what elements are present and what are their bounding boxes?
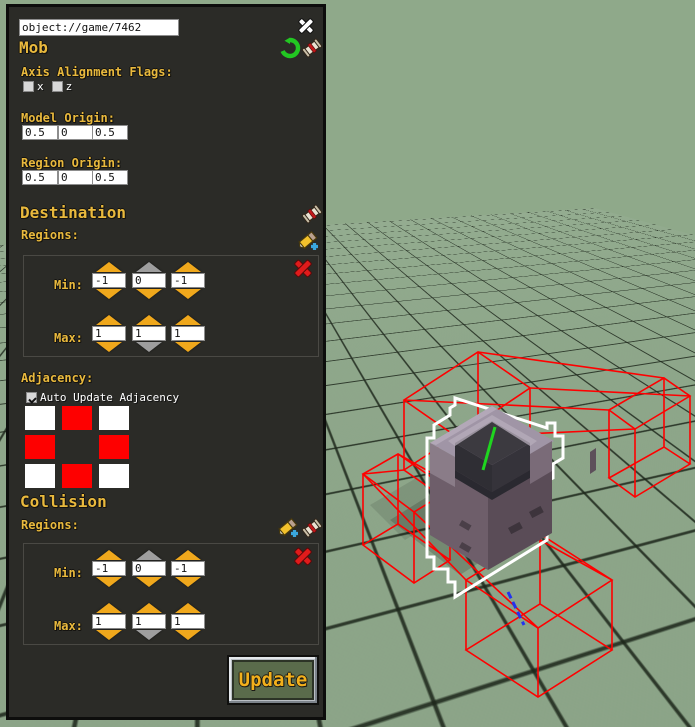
destination-max-x-down-arrow[interactable] <box>96 342 122 352</box>
model-origin-z-input[interactable] <box>92 125 128 140</box>
destination-max-z-input[interactable] <box>171 326 205 341</box>
add-collision-region-icon[interactable] <box>277 516 301 538</box>
adjacency-cell-0-2[interactable] <box>99 406 129 430</box>
collision-min-y-spinner[interactable] <box>132 550 166 587</box>
destination-heading: Destination <box>20 203 126 222</box>
destination-max-x-input[interactable] <box>92 326 126 341</box>
destination-max-label: Max: <box>54 331 83 345</box>
axis-flag-x-checkbox[interactable] <box>23 81 34 92</box>
model-origin-label: Model Origin: <box>21 111 115 125</box>
close-icon[interactable] <box>297 17 315 35</box>
page-title: Mob <box>19 38 48 57</box>
collision-min-x-spinner[interactable] <box>92 550 126 587</box>
collision-min-y-input[interactable] <box>132 561 166 576</box>
update-button-face: Update <box>232 660 314 700</box>
collision-max-y-up-arrow[interactable] <box>136 603 162 613</box>
scroll-icon[interactable] <box>301 37 323 59</box>
adjacency-cell-0-1[interactable] <box>62 406 92 430</box>
adjacency-cell-2-0[interactable] <box>25 464 55 488</box>
destination-min-y-spinner[interactable] <box>132 262 166 299</box>
collision-max-x-spinner[interactable] <box>92 603 126 640</box>
destination-min-y-down-arrow[interactable] <box>136 289 162 299</box>
collision-min-x-input[interactable] <box>92 561 126 576</box>
collision-min-label: Min: <box>54 566 83 580</box>
axis-flags-label: Axis Alignment Flags: <box>21 65 173 79</box>
collision-min-x-down-arrow[interactable] <box>96 577 122 587</box>
destination-min-y-input[interactable] <box>132 273 166 288</box>
axis-flag-z-checkbox[interactable] <box>51 81 63 92</box>
destination-min-y-up-arrow[interactable] <box>136 262 162 272</box>
region-origin-z-input[interactable] <box>92 170 128 185</box>
collision-max-z-spinner[interactable] <box>171 603 205 640</box>
destination-max-y-input[interactable] <box>132 326 166 341</box>
collision-min-z-input[interactable] <box>171 561 205 576</box>
collision-max-y-down-arrow[interactable] <box>136 630 162 640</box>
collision-min-z-up-arrow[interactable] <box>175 550 201 560</box>
region-origin-label: Region Origin: <box>21 156 123 170</box>
adjacency-cell-2-2[interactable] <box>99 464 129 488</box>
collision-max-label: Max: <box>54 619 83 633</box>
destination-max-z-down-arrow[interactable] <box>175 342 201 352</box>
region-origin-y-input[interactable] <box>58 170 94 185</box>
model-origin-y-input[interactable] <box>58 125 94 140</box>
destination-max-z-spinner[interactable] <box>171 315 205 352</box>
destination-min-x-down-arrow[interactable] <box>96 289 122 299</box>
collision-min-z-spinner[interactable] <box>171 550 205 587</box>
destination-regions-label: Regions: <box>21 228 79 242</box>
destination-max-y-spinner[interactable] <box>132 315 166 352</box>
collision-max-z-up-arrow[interactable] <box>175 603 201 613</box>
object-url-input[interactable] <box>19 19 179 36</box>
object-properties-panel[interactable]: Mob Axis Alignment Flags: x z Model Orig… <box>6 4 326 720</box>
destination-region-group: Min: Max: <box>23 255 319 357</box>
collision-heading: Collision <box>20 492 107 511</box>
destination-min-x-up-arrow[interactable] <box>96 262 122 272</box>
delete-collision-region-button[interactable] <box>294 548 312 566</box>
collision-script-icon[interactable] <box>301 517 323 539</box>
destination-min-x-input[interactable] <box>92 273 126 288</box>
collision-max-z-down-arrow[interactable] <box>175 630 201 640</box>
adjacency-cell-1-0[interactable] <box>25 435 55 459</box>
collision-max-x-down-arrow[interactable] <box>96 630 122 640</box>
model-origin-x-input[interactable] <box>22 125 58 140</box>
adjacency-cell-1-1[interactable] <box>62 435 92 459</box>
destination-min-z-input[interactable] <box>171 273 205 288</box>
region-origin-x-input[interactable] <box>22 170 58 185</box>
adjacency-cell-2-1[interactable] <box>62 464 92 488</box>
destination-min-z-down-arrow[interactable] <box>175 289 201 299</box>
destination-max-y-up-arrow[interactable] <box>136 315 162 325</box>
update-button-label: Update <box>238 669 308 691</box>
collision-min-z-down-arrow[interactable] <box>175 577 201 587</box>
destination-max-z-up-arrow[interactable] <box>175 315 201 325</box>
delete-destination-region-button[interactable] <box>294 260 312 278</box>
destination-min-z-up-arrow[interactable] <box>175 262 201 272</box>
destination-min-x-spinner[interactable] <box>92 262 126 299</box>
adjacency-grid[interactable] <box>25 406 129 488</box>
revert-icon[interactable] <box>279 37 301 59</box>
axis-flag-x-label: x <box>37 80 44 93</box>
collision-max-x-input[interactable] <box>92 614 126 629</box>
destination-script-icon[interactable] <box>301 203 323 225</box>
auto-update-adjacency-checkbox[interactable] <box>26 392 37 403</box>
destination-max-x-up-arrow[interactable] <box>96 315 122 325</box>
collision-region-group: Min: Max: <box>23 543 319 645</box>
collision-max-x-up-arrow[interactable] <box>96 603 122 613</box>
collision-max-z-input[interactable] <box>171 614 205 629</box>
add-destination-region-icon[interactable] <box>297 229 321 251</box>
collision-regions-label: Regions: <box>21 518 79 532</box>
destination-max-y-down-arrow[interactable] <box>136 342 162 352</box>
destination-min-z-spinner[interactable] <box>171 262 205 299</box>
collision-min-y-up-arrow[interactable] <box>136 550 162 560</box>
destination-max-x-spinner[interactable] <box>92 315 126 352</box>
collision-max-y-input[interactable] <box>132 614 166 629</box>
auto-update-adjacency-label: Auto Update Adjacency <box>40 391 180 404</box>
collision-min-x-up-arrow[interactable] <box>96 550 122 560</box>
adjacency-cell-0-0[interactable] <box>25 406 55 430</box>
adjacency-heading: Adjacency: <box>21 371 94 385</box>
axis-flag-z-label: z <box>65 80 73 93</box>
update-button[interactable]: Update <box>227 655 319 705</box>
collision-max-y-spinner[interactable] <box>132 603 166 640</box>
adjacency-cell-1-2[interactable] <box>99 435 129 459</box>
collision-min-y-down-arrow[interactable] <box>136 577 162 587</box>
destination-min-label: Min: <box>54 278 83 292</box>
